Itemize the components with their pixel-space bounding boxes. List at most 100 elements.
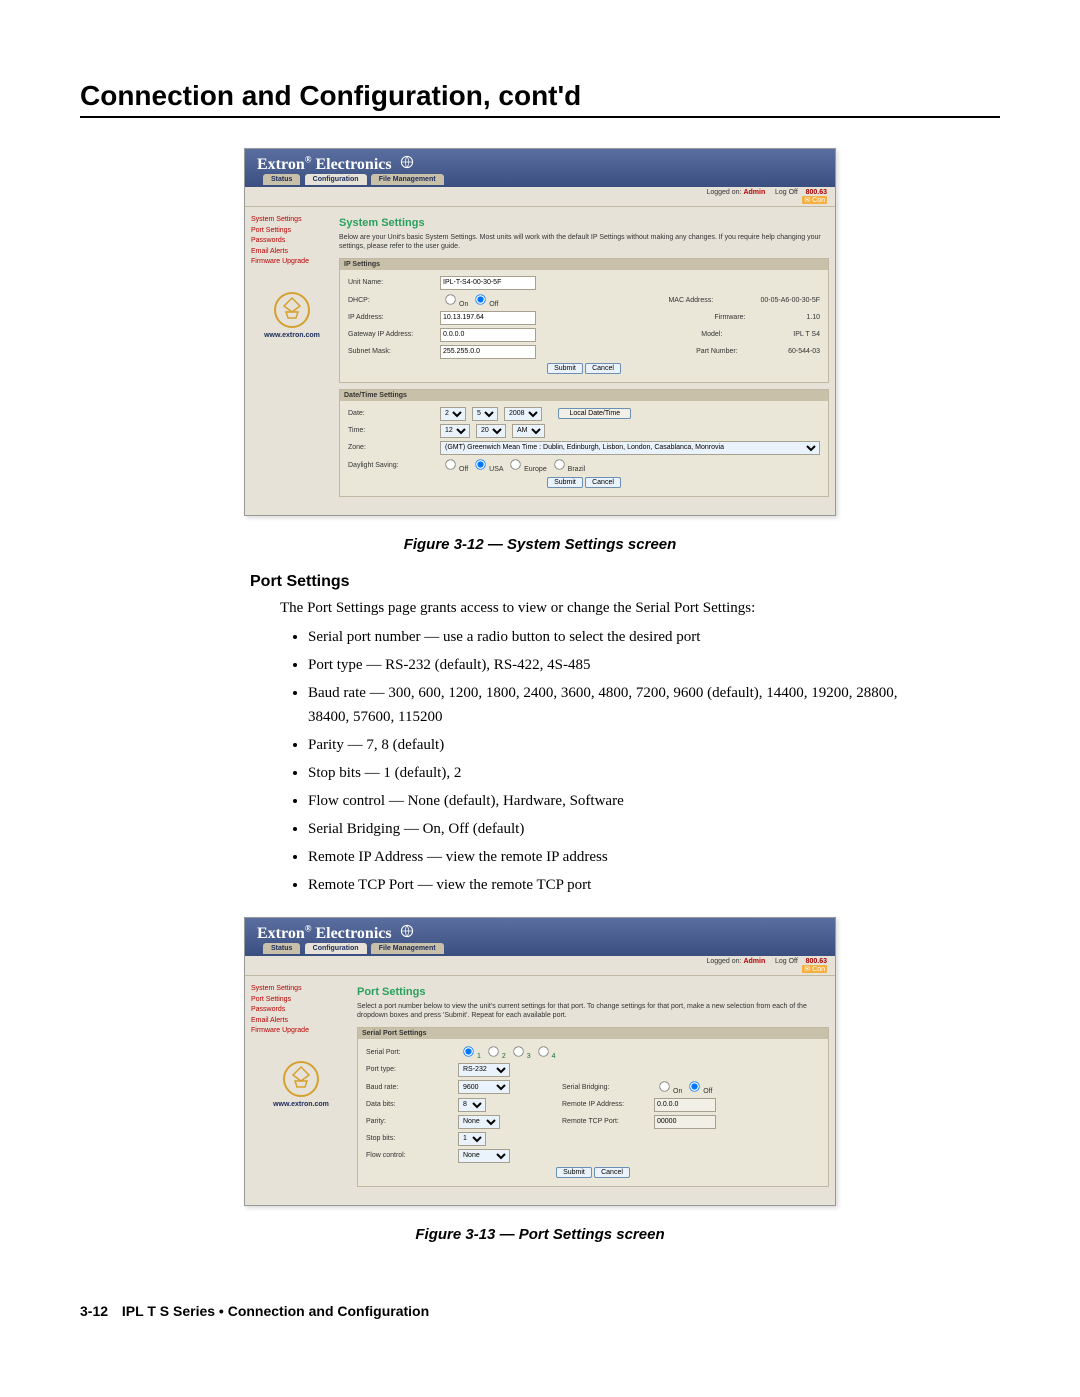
bullet-port-type: Port type — RS-232 (default), RS-422, 4S… [308, 653, 940, 677]
port-type-select[interactable]: RS-232 [458, 1063, 510, 1077]
port-type-label: Port type: [366, 1066, 452, 1073]
sidebar-item-firmware-upgrade-2[interactable]: Firmware Upgrade [251, 1026, 351, 1037]
logged-on-user-2: Admin [743, 958, 765, 965]
mail-icon[interactable]: ✉ Con [802, 196, 827, 204]
port-settings-heading: Port Settings [250, 573, 1000, 591]
remote-ip-label: Remote IP Address: [562, 1101, 648, 1108]
gw-label: Gateway IP Address: [348, 331, 434, 338]
stop-bits-select[interactable]: 1 [458, 1132, 486, 1146]
dt-submit-button[interactable]: Submit [547, 477, 583, 488]
port-settings-blurb: Select a port number below to view the u… [357, 1002, 829, 1020]
ip-input[interactable] [440, 311, 536, 325]
info-bar: Logged on: Admin Log Off 800.63 ✉ Con [245, 187, 835, 207]
sidebar-item-email-alerts[interactable]: Email Alerts [251, 247, 333, 258]
ip-cancel-button[interactable]: Cancel [585, 363, 621, 374]
ds-brazil-radio[interactable] [554, 459, 564, 469]
port-settings-screenshot: Extron® Electronics Status Configuration… [244, 917, 836, 1206]
baud-select[interactable]: 9600 [458, 1080, 510, 1094]
data-bits-label: Data bits: [366, 1101, 452, 1108]
ds-europe-radio[interactable] [510, 459, 520, 469]
logged-on-label: Logged on: [706, 189, 741, 196]
sidebar-item-system-settings-2[interactable]: System Settings [251, 984, 351, 995]
info-bar-2: Logged on: Admin Log Off 800.63 ✉ Con [245, 956, 835, 976]
dt-cancel-button[interactable]: Cancel [585, 477, 621, 488]
ds-label: Daylight Saving: [348, 462, 434, 469]
model-label: Model: [701, 331, 787, 338]
mail-icon-2[interactable]: ✉ Con [802, 965, 827, 973]
dhcp-on-radio[interactable] [445, 294, 455, 304]
zone-select[interactable]: (GMT) Greenwich Mean Time : Dublin, Edin… [440, 441, 820, 455]
time-ampm-select[interactable]: AM [512, 424, 545, 438]
sidebar: System Settings Port Settings Passwords … [245, 207, 339, 514]
brand-extron-2: Extron [257, 925, 305, 942]
serial-port-3-label: 3 [527, 1053, 531, 1060]
date-year-select[interactable]: 2008 [504, 407, 542, 421]
ds-usa-label: USA [489, 466, 503, 473]
tab-file-management-2[interactable]: File Management [371, 943, 444, 954]
title-rule [80, 116, 1000, 118]
serial-port-2-label: 2 [502, 1053, 506, 1060]
sidebar-item-passwords[interactable]: Passwords [251, 236, 333, 247]
data-bits-select[interactable]: 8 [458, 1098, 486, 1112]
sidebar-item-port-settings-2[interactable]: Port Settings [251, 995, 351, 1006]
tab-status[interactable]: Status [263, 174, 300, 185]
time-hour-select[interactable]: 12 [440, 424, 470, 438]
flow-select[interactable]: None [458, 1149, 510, 1163]
sidebar-item-email-alerts-2[interactable]: Email Alerts [251, 1016, 351, 1027]
serial-port-panel-title: Serial Port Settings [358, 1028, 828, 1039]
dhcp-off-radio[interactable] [476, 294, 486, 304]
tab-file-management[interactable]: File Management [371, 174, 444, 185]
app-header-2: Extron® Electronics Status Configuration… [245, 918, 835, 956]
baud-label: Baud rate: [366, 1084, 452, 1091]
sidebar-url-2[interactable]: www.extron.com [273, 1101, 329, 1108]
sidebar-item-system-settings[interactable]: System Settings [251, 215, 333, 226]
parity-select[interactable]: None [458, 1115, 500, 1129]
tab-configuration-2[interactable]: Configuration [305, 943, 367, 954]
mac-label: MAC Address: [668, 297, 754, 304]
serial-port-1-radio[interactable] [463, 1046, 473, 1056]
date-month-select[interactable]: 2 [440, 407, 466, 421]
tab-configuration[interactable]: Configuration [305, 174, 367, 185]
serial-port-2-radio[interactable] [488, 1046, 498, 1056]
globe-icon-2 [400, 924, 414, 943]
date-day-select[interactable]: 5 [472, 407, 498, 421]
gw-input[interactable] [440, 328, 536, 342]
log-off-link-2[interactable]: Log Off [775, 958, 798, 965]
bullet-serial-bridging: Serial Bridging — On, Off (default) [308, 817, 940, 841]
time-min-select[interactable]: 20 [476, 424, 506, 438]
system-settings-screenshot: Extron® Electronics Status Configuration… [244, 148, 836, 516]
ip-submit-button[interactable]: Submit [547, 363, 583, 374]
extron-logo-icon-2 [283, 1061, 319, 1097]
sidebar-url[interactable]: www.extron.com [264, 332, 320, 339]
port-cancel-button[interactable]: Cancel [594, 1167, 630, 1178]
sidebar-item-firmware-upgrade[interactable]: Firmware Upgrade [251, 257, 333, 268]
serial-port-4-radio[interactable] [538, 1046, 548, 1056]
ds-off-label: Off [459, 466, 468, 473]
log-off-link[interactable]: Log Off [775, 189, 798, 196]
phone-number-2: 800.63 [806, 958, 827, 965]
sb-off-radio[interactable] [690, 1081, 700, 1091]
unit-name-input[interactable] [440, 276, 536, 290]
sm-label: Subnet Mask: [348, 348, 434, 355]
phone-number: 800.63 [806, 189, 827, 196]
remote-ip-input [654, 1098, 716, 1112]
footer-text: IPL T S Series • Connection and Configur… [122, 1303, 429, 1319]
remote-tcp-label: Remote TCP Port: [562, 1118, 648, 1125]
port-submit-button[interactable]: Submit [556, 1167, 592, 1178]
ds-off-radio[interactable] [445, 459, 455, 469]
bullet-baud-rate: Baud rate — 300, 600, 1200, 1800, 2400, … [308, 681, 940, 729]
bullet-stop-bits: Stop bits — 1 (default), 2 [308, 761, 940, 785]
dhcp-off-label: Off [489, 301, 498, 308]
tab-status-2[interactable]: Status [263, 943, 300, 954]
sm-input[interactable] [440, 345, 536, 359]
serial-port-3-radio[interactable] [513, 1046, 523, 1056]
unit-name-label: Unit Name: [348, 279, 434, 286]
sidebar-item-passwords-2[interactable]: Passwords [251, 1005, 351, 1016]
sidebar-item-port-settings[interactable]: Port Settings [251, 226, 333, 237]
ds-usa-radio[interactable] [475, 459, 485, 469]
port-settings-intro: The Port Settings page grants access to … [280, 597, 1000, 620]
extron-logo-icon [274, 292, 310, 328]
sb-on-radio[interactable] [659, 1081, 669, 1091]
local-datetime-button[interactable]: Local Date/Time [558, 408, 631, 419]
dhcp-on-label: On [459, 301, 468, 308]
